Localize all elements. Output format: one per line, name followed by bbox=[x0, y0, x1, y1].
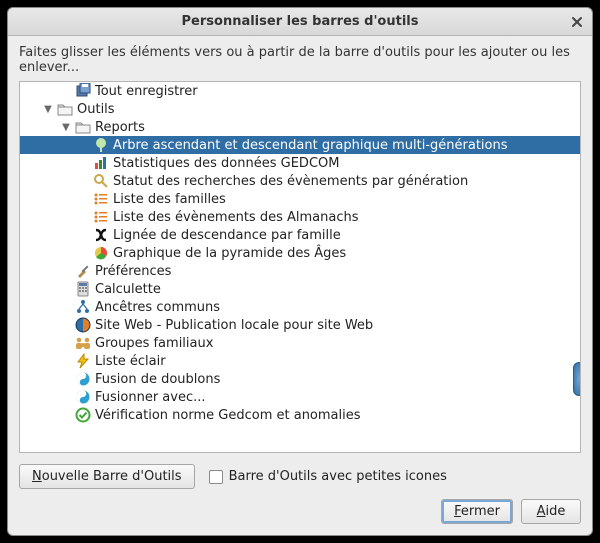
tree-item[interactable]: ▶Fusionner avec... bbox=[20, 388, 580, 406]
tree-item-label: Liste éclair bbox=[95, 354, 166, 369]
tree-item[interactable]: ▶Liste éclair bbox=[20, 352, 580, 370]
tree-item[interactable]: ▶Liste des évènements des Almanachs bbox=[20, 208, 580, 226]
scrollbar-thumb[interactable] bbox=[573, 362, 581, 396]
tree-item[interactable]: ▶Site Web - Publication locale pour site… bbox=[20, 316, 580, 334]
tree-item-label: Fusion de doublons bbox=[95, 372, 220, 387]
folder-icon bbox=[56, 101, 73, 117]
tree-item[interactable]: ▶Lignée de descendance par famille bbox=[20, 226, 580, 244]
button-mnemonic: N bbox=[32, 469, 42, 484]
scrollbar[interactable] bbox=[574, 82, 580, 452]
tree-item-label: Site Web - Publication locale pour site … bbox=[95, 318, 373, 333]
tree-item[interactable]: ▶Graphique de la pyramide des Âges bbox=[20, 244, 580, 262]
pie-icon bbox=[92, 245, 109, 261]
globe-icon bbox=[74, 317, 91, 333]
tree-item-label: Préférences bbox=[95, 264, 171, 279]
ancestors-icon bbox=[74, 299, 91, 315]
expander-open-icon[interactable]: ▼ bbox=[42, 104, 54, 115]
magnifier-icon bbox=[92, 173, 109, 189]
prefs-icon bbox=[74, 263, 91, 279]
family-icon bbox=[74, 335, 91, 351]
tree-item[interactable]: ▶Préférences bbox=[20, 262, 580, 280]
tree-item[interactable]: ▶Statut des recherches des évènements pa… bbox=[20, 172, 580, 190]
lineage-icon bbox=[92, 227, 109, 243]
tree-item[interactable]: ▼ Outils bbox=[20, 100, 580, 118]
dialog-buttons: Fermer Aide bbox=[8, 495, 592, 535]
tree-item[interactable]: ▼ Reports bbox=[20, 118, 580, 136]
button-label-rest: ide bbox=[546, 504, 566, 519]
checkbox-label: Barre d'Outils avec petites icones bbox=[229, 469, 447, 484]
list-orange-icon bbox=[92, 191, 109, 207]
tree-item-label: Outils bbox=[77, 102, 115, 117]
help-button[interactable]: Aide bbox=[521, 499, 581, 524]
tree-item-label: Arbre ascendant et descendant graphique … bbox=[113, 138, 508, 153]
tree-item[interactable]: ▶Tout enregistrer bbox=[20, 82, 580, 100]
button-label-rest: ermer bbox=[461, 504, 500, 519]
stats-icon bbox=[92, 155, 109, 171]
dialog-window: Personnaliser les barres d'outils Faites… bbox=[7, 7, 593, 536]
tree-item-label: Tout enregistrer bbox=[95, 84, 198, 99]
tree-item[interactable]: ▶Arbre ascendant et descendant graphique… bbox=[20, 136, 580, 154]
tree-item-label: Lignée de descendance par famille bbox=[113, 228, 341, 243]
flash-icon bbox=[74, 353, 91, 369]
tree-item-label: Liste des familles bbox=[113, 192, 226, 207]
tree-item-label: Fusionner avec... bbox=[95, 390, 206, 405]
close-button[interactable]: Fermer bbox=[441, 499, 513, 524]
window-title: Personnaliser les barres d'outils bbox=[182, 14, 419, 29]
tree-item[interactable]: ▶Vérification norme Gedcom et anomalies bbox=[20, 406, 580, 424]
tree-item-label: Graphique de la pyramide des Âges bbox=[113, 246, 346, 261]
calc-icon bbox=[74, 281, 91, 297]
merge-icon bbox=[74, 371, 91, 387]
tree-item[interactable]: ▶Liste des familles bbox=[20, 190, 580, 208]
save-all-icon bbox=[74, 83, 91, 99]
tree-item-label: Statistiques des données GEDCOM bbox=[113, 156, 339, 171]
check-green-icon bbox=[74, 407, 91, 423]
tree-item-label: Groupes familiaux bbox=[95, 336, 213, 351]
button-mnemonic: A bbox=[537, 504, 546, 519]
new-toolbar-button[interactable]: Nouvelle Barre d'Outils bbox=[19, 464, 195, 489]
instructions-label: Faites glisser les éléments vers ou à pa… bbox=[8, 36, 592, 81]
checkbox-box-icon bbox=[209, 470, 223, 484]
tree-item-label: Reports bbox=[95, 120, 145, 135]
tree-item-label: Calculette bbox=[95, 282, 161, 297]
checkbox-label-rest: arre d'Outils avec petites icones bbox=[237, 469, 446, 484]
merge-icon bbox=[74, 389, 91, 405]
options-row: Nouvelle Barre d'Outils Barre d'Outils a… bbox=[8, 453, 592, 495]
close-icon[interactable] bbox=[568, 13, 586, 31]
button-label-rest: ouvelle Barre d'Outils bbox=[42, 469, 182, 484]
small-icons-checkbox[interactable]: Barre d'Outils avec petites icones bbox=[209, 469, 447, 484]
tree-item-label: Statut des recherches des évènements par… bbox=[113, 174, 468, 189]
tree-item[interactable]: ▶Fusion de doublons bbox=[20, 370, 580, 388]
button-mnemonic: F bbox=[454, 504, 461, 519]
tree-item[interactable]: ▶Calculette bbox=[20, 280, 580, 298]
tree-item[interactable]: ▶Ancêtres communs bbox=[20, 298, 580, 316]
tree-item-label: Liste des évènements des Almanachs bbox=[113, 210, 359, 225]
tree-icon bbox=[92, 137, 109, 153]
toolbar-items-tree[interactable]: ▶Tout enregistrer ▼ Outils ▼ Reports▶Arbre a… bbox=[19, 81, 581, 453]
tree-item[interactable]: ▶Groupes familiaux bbox=[20, 334, 580, 352]
list-orange-icon bbox=[92, 209, 109, 225]
titlebar[interactable]: Personnaliser les barres d'outils bbox=[8, 8, 592, 36]
tree-item[interactable]: ▶Statistiques des données GEDCOM bbox=[20, 154, 580, 172]
expander-open-icon[interactable]: ▼ bbox=[60, 122, 72, 133]
tree-item-label: Ancêtres communs bbox=[95, 300, 220, 315]
tree-item-label: Vérification norme Gedcom et anomalies bbox=[95, 408, 361, 423]
folder-icon bbox=[74, 119, 91, 135]
